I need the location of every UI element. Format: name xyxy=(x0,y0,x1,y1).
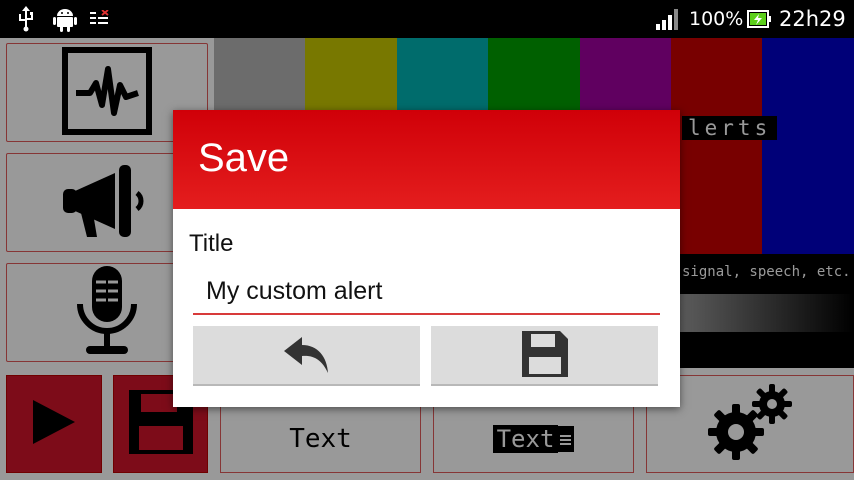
clock: 22h29 xyxy=(779,7,846,31)
android-icon xyxy=(53,6,77,36)
signal-icon xyxy=(656,9,680,34)
usb-icon xyxy=(17,6,35,36)
battery-percent: 100% xyxy=(689,8,744,30)
back-button[interactable] xyxy=(193,326,420,386)
battery-charging-icon xyxy=(747,10,771,32)
title-field-label: Title xyxy=(189,230,234,257)
status-bar: 100% 22h29 xyxy=(0,0,854,38)
undo-arrow-icon xyxy=(282,333,332,378)
title-input[interactable] xyxy=(193,270,660,315)
dialog-header: Save xyxy=(173,110,680,209)
save-dialog: Save Title xyxy=(173,110,680,407)
floppy-disk-icon xyxy=(520,329,570,382)
dialog-title: Save xyxy=(198,136,290,180)
notification-icon xyxy=(90,9,110,32)
confirm-save-button[interactable] xyxy=(431,326,658,386)
